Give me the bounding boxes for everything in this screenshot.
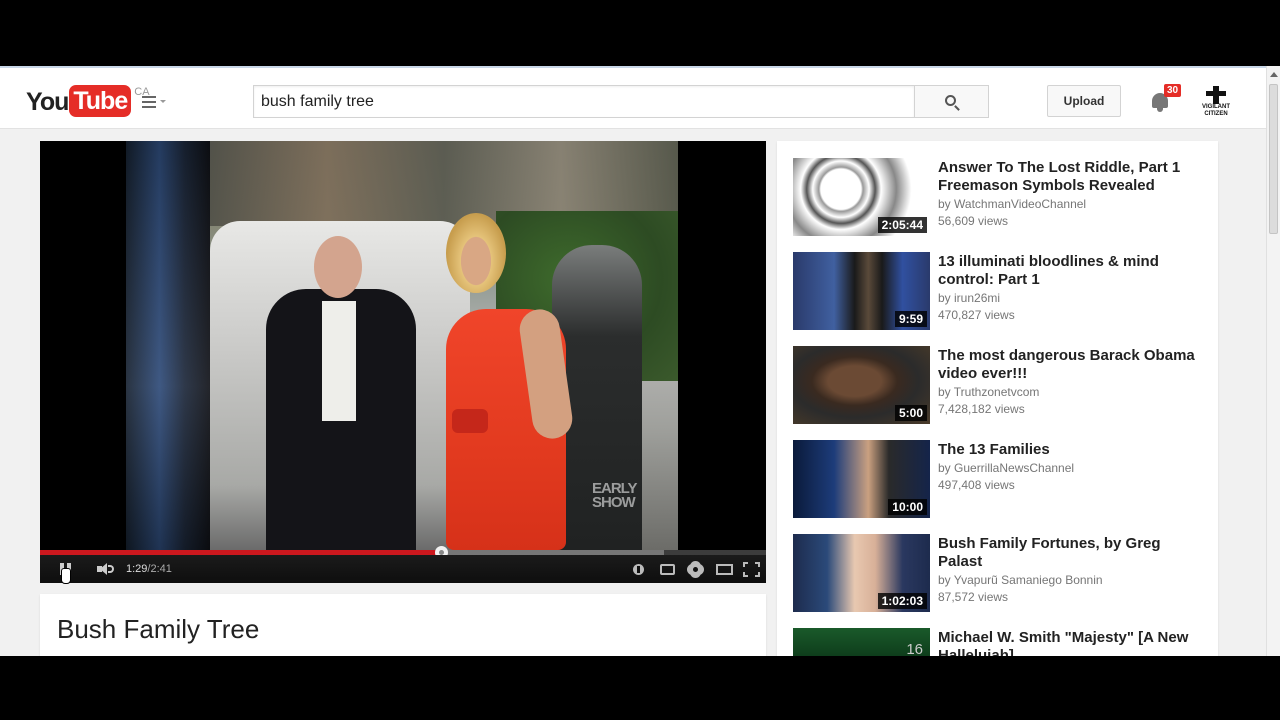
- search-box: [253, 85, 915, 118]
- duration-badge: 10:00: [888, 499, 927, 515]
- related-video-item[interactable]: 9:59 13 illuminati bloodlines & mind con…: [793, 252, 1213, 330]
- related-video-views: 87,572 views: [938, 590, 1009, 604]
- related-video-item[interactable]: 16 Michael W. Smith "Majesty" [A New Hal…: [793, 628, 1213, 656]
- search-button[interactable]: [914, 85, 989, 118]
- menu-bar-icon: [142, 96, 156, 98]
- settings-button[interactable]: [686, 555, 704, 583]
- watermark-line-2: SHOW: [592, 494, 636, 511]
- player-size-button[interactable]: [713, 555, 735, 583]
- related-video-channel: by Truthzonetvcom: [938, 385, 1040, 399]
- video-title-card: Bush Family Tree: [40, 594, 766, 656]
- search-input[interactable]: [254, 86, 914, 117]
- video-thumbnail[interactable]: 9:59: [793, 252, 930, 330]
- masthead: You Tube CA Upload 30 VIGILANT CITIZEN: [0, 66, 1266, 129]
- related-video-item[interactable]: 10:00 The 13 Families by GuerrillaNewsCh…: [793, 440, 1213, 518]
- page-scrollbar[interactable]: [1266, 66, 1280, 656]
- duration-badge: 2:05:44: [877, 217, 927, 233]
- video-thumbnail[interactable]: 5:00: [793, 346, 930, 424]
- hand-cursor-icon: [61, 568, 71, 584]
- related-video-title[interactable]: The 13 Families: [938, 441, 1208, 459]
- related-video-views: 497,408 views: [938, 478, 1015, 492]
- time-display: 1:29 / 2:41: [126, 555, 172, 583]
- logo-tube-text: Tube: [69, 85, 132, 117]
- closed-captions-icon: [659, 563, 675, 575]
- video-title: Bush Family Tree: [57, 614, 260, 644]
- duration-badge: 5:00: [894, 405, 927, 421]
- related-video-item[interactable]: 1:02:03 Bush Family Fortunes, by Greg Pa…: [793, 534, 1213, 612]
- related-video-views: 56,609 views: [938, 214, 1009, 228]
- bell-clapper: [1157, 108, 1163, 112]
- video-thumbnail[interactable]: 1:02:03: [793, 534, 930, 612]
- gear-icon: [688, 562, 702, 576]
- cross-icon-bar: [1206, 91, 1226, 96]
- captions-button[interactable]: [657, 555, 677, 583]
- info-icon: [632, 563, 644, 575]
- related-video-channel: by GuerrillaNewsChannel: [938, 461, 1075, 475]
- player-controls: 1:29 / 2:41: [40, 555, 766, 584]
- related-video-views: 470,827 views: [938, 308, 1015, 322]
- avatar-label: VIGILANT CITIZEN: [1202, 104, 1230, 117]
- related-video-title[interactable]: The most dangerous Barack Obama video ev…: [938, 347, 1208, 383]
- video-scene-man-shirt: [322, 301, 356, 421]
- caret-down-icon: [160, 100, 166, 103]
- logo-you-text: You: [26, 88, 69, 116]
- video-channel-watermark: EARLY SHOW: [592, 481, 637, 511]
- related-video-title[interactable]: 13 illuminati bloodlines & mind control:…: [938, 253, 1208, 289]
- upload-button[interactable]: Upload: [1047, 85, 1121, 117]
- video-scene-man-head: [314, 236, 362, 298]
- current-time: 1:29: [126, 563, 148, 575]
- related-video-item[interactable]: 2:05:44 Answer To The Lost Riddle, Part …: [793, 158, 1213, 236]
- volume-button[interactable]: [94, 555, 118, 583]
- video-thumbnail[interactable]: 10:00: [793, 440, 930, 518]
- guide-menu-button[interactable]: [142, 96, 168, 110]
- speaker-icon: [97, 563, 115, 575]
- browser-viewport: You Tube CA Upload 30 VIGILANT CITIZEN: [0, 66, 1280, 656]
- fullscreen-button[interactable]: [741, 555, 761, 583]
- related-video-title[interactable]: Bush Family Fortunes, by Greg Palast: [938, 535, 1208, 571]
- scrollbar-thumb[interactable]: [1269, 84, 1278, 234]
- duration-badge: 9:59: [894, 311, 927, 327]
- related-video-channel: by WatchmanVideoChannel: [938, 197, 1087, 211]
- related-video-channel: by irun26mi: [938, 291, 1001, 305]
- related-video-channel: by Yvapurũ Samaniego Bonnin: [938, 573, 1103, 587]
- annotations-button[interactable]: [630, 555, 646, 583]
- duration-badge: 16: [906, 641, 923, 656]
- video-frame[interactable]: EARLY SHOW: [126, 141, 678, 550]
- video-scene-left-shade: [126, 141, 210, 550]
- related-video-title[interactable]: Answer To The Lost Riddle, Part 1 Freema…: [938, 159, 1208, 195]
- account-avatar[interactable]: VIGILANT CITIZEN: [1200, 86, 1232, 118]
- video-player[interactable]: EARLY SHOW 1:29 / 2:41: [40, 141, 766, 584]
- video-thumbnail[interactable]: 16: [793, 628, 930, 656]
- duration-badge: 1:02:03: [877, 593, 927, 609]
- search-icon: [945, 95, 956, 106]
- theater-mode-icon: [715, 563, 733, 575]
- notification-count-badge: 30: [1164, 84, 1182, 97]
- video-thumbnail[interactable]: 2:05:44: [793, 158, 930, 236]
- related-video-item[interactable]: 5:00 The most dangerous Barack Obama vid…: [793, 346, 1213, 424]
- youtube-logo[interactable]: You Tube CA: [26, 85, 150, 119]
- video-scene-woman-head: [446, 213, 506, 293]
- related-video-title[interactable]: Michael W. Smith "Majesty" [A New Hallel…: [938, 629, 1208, 656]
- menu-bar-icon: [142, 101, 156, 103]
- total-duration: 2:41: [150, 563, 172, 575]
- related-videos-sidebar: 2:05:44 Answer To The Lost Riddle, Part …: [777, 141, 1218, 656]
- menu-bar-icon: [142, 106, 156, 108]
- video-scene-clutch: [452, 409, 488, 433]
- scroll-up-arrow-icon[interactable]: [1270, 72, 1278, 77]
- related-video-views: 7,428,182 views: [938, 402, 1025, 416]
- fullscreen-icon: [742, 561, 760, 577]
